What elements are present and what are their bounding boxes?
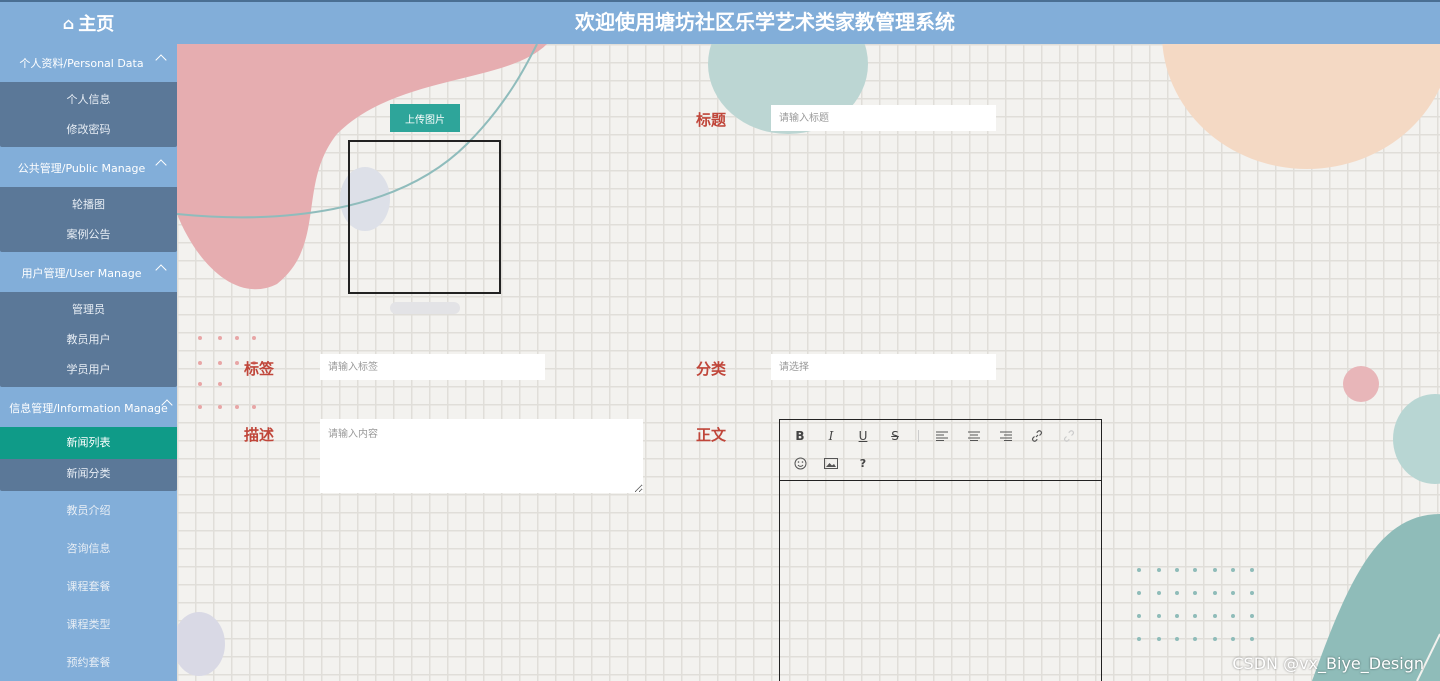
- home-label: 主页: [78, 14, 115, 35]
- description-textarea[interactable]: [320, 419, 643, 493]
- title-label: 标题: [696, 111, 727, 129]
- sidebar-item-admin[interactable]: 管理员: [0, 295, 177, 325]
- tag-label: 标签: [244, 360, 275, 378]
- toolbar-divider: [918, 430, 919, 442]
- upload-image-button[interactable]: 上传图片: [390, 104, 460, 132]
- align-center-icon[interactable]: [964, 426, 984, 446]
- sidebar-item-consult[interactable]: 咨询信息: [0, 530, 177, 568]
- align-right-icon[interactable]: [996, 426, 1016, 446]
- home-link[interactable]: ⌂ 主页: [0, 2, 177, 44]
- top-header: ⌂ 主页 欢迎使用塘坊社区乐学艺术类家教管理系统: [0, 0, 1440, 44]
- editor-toolbar: B I U S ?: [780, 420, 1101, 481]
- sidebar-group-info[interactable]: 信息管理/Information Manage: [0, 389, 177, 427]
- sidebar-group-user[interactable]: 用户管理/User Manage: [0, 254, 177, 292]
- tag-input[interactable]: [320, 354, 545, 380]
- sidebar-item-news-category[interactable]: 新闻分类: [0, 459, 177, 489]
- page-title: 欢迎使用塘坊社区乐学艺术类家教管理系统: [575, 10, 955, 34]
- chevron-up-icon: [155, 159, 167, 171]
- align-left-icon[interactable]: [932, 426, 952, 446]
- sidebar-item-profile[interactable]: 个人信息: [0, 85, 177, 115]
- help-icon[interactable]: ?: [853, 453, 873, 473]
- submenu-info: 新闻列表 新闻分类: [0, 427, 177, 491]
- emoji-icon[interactable]: [790, 453, 810, 473]
- home-icon: ⌂: [62, 13, 75, 33]
- sidebar-item-course-type[interactable]: 课程类型: [0, 606, 177, 644]
- sidebar-item-announcement[interactable]: 案例公告: [0, 220, 177, 250]
- link-icon[interactable]: [1027, 426, 1047, 446]
- italic-icon[interactable]: I: [821, 426, 841, 446]
- image-icon[interactable]: [821, 453, 841, 473]
- chevron-up-icon: [155, 54, 167, 66]
- sidebar-item-student[interactable]: 学员用户: [0, 355, 177, 385]
- bold-icon[interactable]: B: [790, 426, 810, 446]
- sidebar-item-booking-package[interactable]: 预约套餐: [0, 644, 177, 681]
- submenu-user: 管理员 教员用户 学员用户: [0, 292, 177, 387]
- sidebar-item-teacher[interactable]: 教员用户: [0, 325, 177, 355]
- submenu-personal: 个人信息 修改密码: [0, 82, 177, 147]
- sidebar-item-news-list[interactable]: 新闻列表: [0, 427, 177, 459]
- main-content: 上传图片 标题 标签 分类 描述 正文 B I U S: [177, 44, 1440, 681]
- category-select[interactable]: [771, 354, 996, 380]
- unlink-icon[interactable]: [1059, 426, 1079, 446]
- chevron-up-icon: [155, 264, 167, 276]
- category-label: 分类: [696, 360, 727, 378]
- submenu-public: 轮播图 案例公告: [0, 187, 177, 252]
- sidebar-item-carousel[interactable]: 轮播图: [0, 190, 177, 220]
- description-label: 描述: [244, 426, 275, 444]
- rich-text-editor: B I U S ?: [779, 419, 1102, 681]
- editor-content-area[interactable]: [780, 481, 1101, 681]
- sidebar-item-password[interactable]: 修改密码: [0, 115, 177, 145]
- underline-icon[interactable]: U: [853, 426, 873, 446]
- body-label: 正文: [696, 426, 727, 444]
- image-preview-box: [348, 140, 501, 294]
- title-input[interactable]: [771, 105, 996, 131]
- sidebar-item-course-package[interactable]: 课程套餐: [0, 568, 177, 606]
- sidebar-item-teacher-intro[interactable]: 教员介绍: [0, 492, 177, 530]
- sidebar: 个人资料/Personal Data 个人信息 修改密码 公共管理/Public…: [0, 44, 177, 681]
- watermark: CSDN @vx_Biye_Design: [1232, 654, 1424, 673]
- sidebar-group-public[interactable]: 公共管理/Public Manage: [0, 149, 177, 187]
- strikethrough-icon[interactable]: S: [885, 426, 905, 446]
- sidebar-group-personal[interactable]: 个人资料/Personal Data: [0, 44, 177, 82]
